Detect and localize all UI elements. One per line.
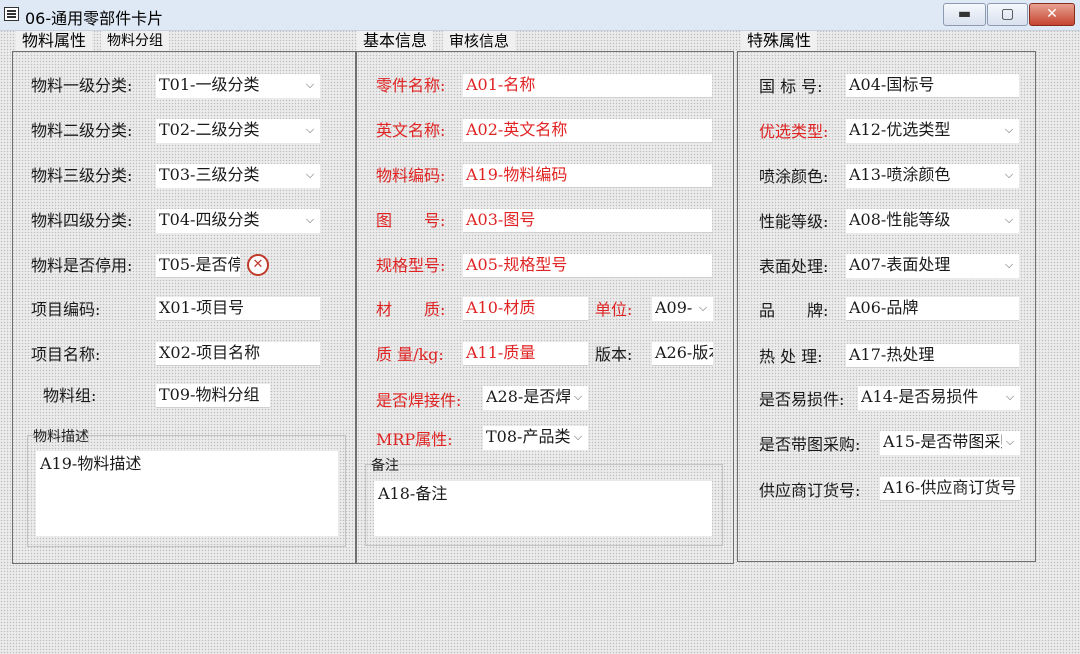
- material-group-field[interactable]: T09-物料分组: [156, 384, 270, 408]
- national-standard-field[interactable]: A04-国标号: [846, 74, 1019, 98]
- version-field[interactable]: A26-版本: [652, 342, 713, 366]
- weight-field[interactable]: A11-质量: [463, 342, 588, 366]
- chevron-down-icon: ⌵: [305, 168, 315, 181]
- tab-basic-info[interactable]: 基本信息: [357, 31, 434, 51]
- heat-treatment-field[interactable]: A17-热处理: [846, 344, 1019, 368]
- english-name-field[interactable]: A02-英文名称: [463, 119, 712, 143]
- material-disabled-field[interactable]: T05-是否停: [156, 254, 240, 278]
- material-label: 材 质:: [376, 300, 446, 319]
- tab-material-attributes[interactable]: 物料属性: [16, 31, 93, 51]
- level3-category-select[interactable]: T03-三级分类 ⌵: [156, 164, 320, 188]
- weight-label: 质 量/kg:: [376, 345, 444, 364]
- project-name-label: 项目名称:: [31, 345, 101, 364]
- level3-category-label: 物料三级分类:: [31, 166, 133, 185]
- english-name-label: 英文名称:: [376, 121, 446, 140]
- part-name-label: 零件名称:: [376, 76, 446, 95]
- chevron-down-icon: ⌵: [1005, 435, 1015, 448]
- purchase-with-drawing-select[interactable]: A15-是否带图采购⌵: [880, 431, 1020, 455]
- close-button[interactable]: ✕: [1029, 3, 1075, 26]
- supplier-order-number-field[interactable]: A16-供应商订货号: [880, 477, 1020, 501]
- part-name-field[interactable]: A01-名称: [463, 74, 712, 98]
- unit-select[interactable]: A09- ⌵: [652, 297, 713, 321]
- form-icon: [4, 7, 19, 21]
- chevron-down-icon: ⌵: [305, 78, 315, 91]
- level2-category-select[interactable]: T02-二级分类 ⌵: [156, 119, 320, 143]
- material-code-field[interactable]: A19-物料编码: [463, 164, 712, 188]
- performance-grade-label: 性能等级:: [759, 212, 829, 231]
- minimize-button[interactable]: ▬: [943, 3, 986, 26]
- preferred-type-select[interactable]: A12-优选类型 ⌵: [846, 119, 1019, 143]
- note-textarea[interactable]: A18-备注: [374, 481, 712, 536]
- project-code-field[interactable]: X01-项目号: [156, 297, 320, 321]
- material-field[interactable]: A10-材质: [463, 297, 588, 321]
- tab-special-attributes[interactable]: 特殊属性: [741, 31, 818, 51]
- surface-treatment-label: 表面处理:: [759, 257, 829, 276]
- chevron-down-icon: ⌵: [573, 390, 583, 403]
- chevron-down-icon: ⌵: [698, 301, 708, 314]
- material-code-label: 物料编码:: [376, 166, 446, 185]
- unit-label: 单位:: [595, 300, 633, 319]
- material-description-textarea[interactable]: A19-物料描述: [36, 451, 338, 536]
- project-code-label: 项目编码:: [31, 300, 101, 319]
- project-name-field[interactable]: X02-项目名称: [156, 342, 320, 366]
- material-disabled-label: 物料是否停用:: [31, 256, 133, 275]
- performance-grade-select[interactable]: A08-性能等级 ⌵: [846, 209, 1019, 233]
- tab-material-group[interactable]: 物料分组: [101, 31, 169, 51]
- heat-treatment-label: 热 处 理:: [759, 347, 823, 366]
- purchase-with-drawing-label: 是否带图采购:: [759, 435, 861, 454]
- spec-model-field[interactable]: A05-规格型号: [463, 254, 712, 278]
- brand-field[interactable]: A06-品牌: [846, 297, 1019, 321]
- mrp-attribute-select[interactable]: T08-产品类 ⌵: [483, 426, 588, 450]
- version-label: 版本:: [595, 345, 633, 364]
- brand-label: 品 牌:: [759, 301, 829, 320]
- level4-category-label: 物料四级分类:: [31, 211, 133, 230]
- chevron-down-icon: ⌵: [305, 213, 315, 226]
- chevron-down-icon: ⌵: [1004, 123, 1014, 136]
- chevron-down-icon: ⌵: [1004, 213, 1014, 226]
- level4-category-select[interactable]: T04-四级分类 ⌵: [156, 209, 320, 233]
- supplier-order-number-label: 供应商订货号:: [759, 481, 861, 500]
- drawing-number-field[interactable]: A03-图号: [463, 209, 712, 233]
- window-title: 06-通用零部件卡片: [25, 9, 164, 28]
- chevron-down-icon: ⌵: [1004, 168, 1014, 181]
- title-bar: 06-通用零部件卡片 ▬ ▢ ✕: [0, 0, 1080, 31]
- welded-part-label: 是否焊接件:: [376, 391, 462, 410]
- wearing-part-select[interactable]: A14-是否易损件 ⌵: [858, 386, 1020, 410]
- level1-category-label: 物料一级分类:: [31, 76, 133, 95]
- chevron-down-icon: ⌵: [1004, 258, 1014, 271]
- welded-part-select[interactable]: A28-是否焊 ⌵: [483, 386, 588, 410]
- material-group-label: 物料组:: [43, 386, 97, 405]
- spec-model-label: 规格型号:: [376, 256, 446, 275]
- surface-treatment-select[interactable]: A07-表面处理 ⌵: [846, 254, 1019, 278]
- paint-color-label: 喷涂颜色:: [759, 167, 829, 186]
- national-standard-label: 国 标 号:: [759, 77, 823, 96]
- note-title: 备注: [371, 458, 399, 474]
- tab-audit-info[interactable]: 审核信息: [443, 31, 516, 51]
- wearing-part-label: 是否易损件:: [759, 390, 845, 409]
- maximize-button[interactable]: ▢: [987, 3, 1028, 26]
- chevron-down-icon: ⌵: [573, 430, 583, 443]
- mrp-attribute-label: MRP属性:: [376, 430, 453, 449]
- level1-category-select[interactable]: T01-一级分类 ⌵: [156, 74, 320, 98]
- material-description-title: 物料描述: [33, 429, 89, 445]
- paint-color-select[interactable]: A13-喷涂颜色 ⌵: [846, 164, 1019, 188]
- chevron-down-icon: ⌵: [1005, 390, 1015, 403]
- chevron-down-icon: ⌵: [305, 123, 315, 136]
- close-circle-icon[interactable]: ✕: [247, 254, 269, 276]
- drawing-number-label: 图 号:: [376, 211, 446, 230]
- preferred-type-label: 优选类型:: [759, 122, 829, 141]
- level2-category-label: 物料二级分类:: [31, 121, 133, 140]
